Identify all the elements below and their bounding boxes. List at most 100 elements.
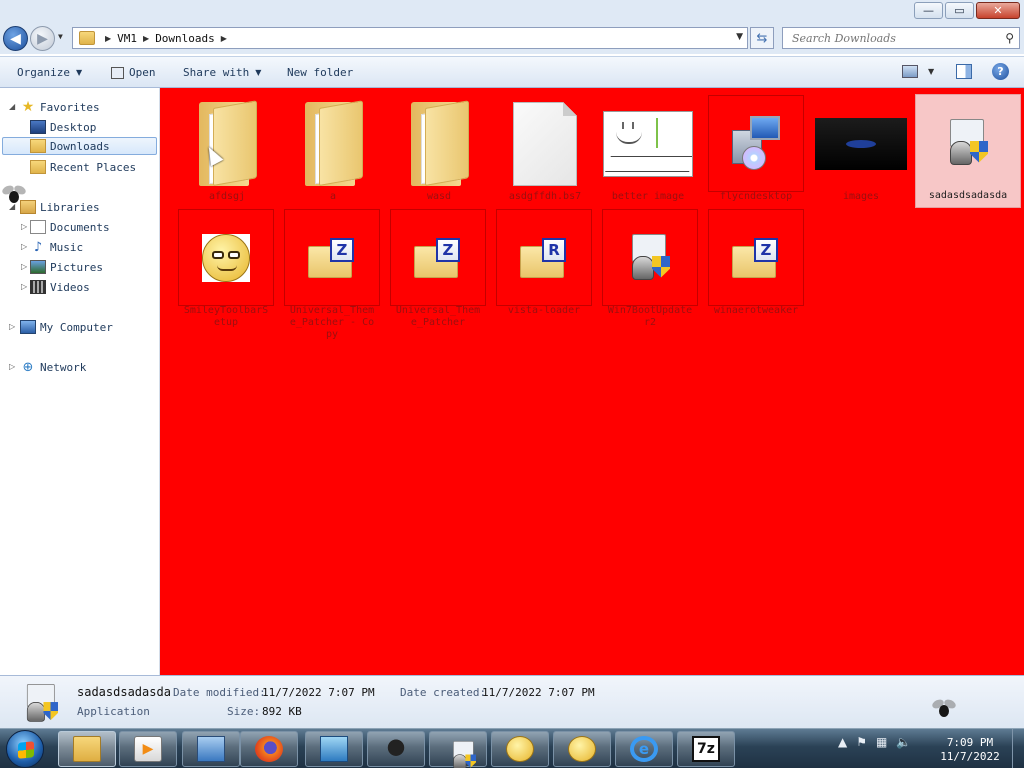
internet-explorer-icon: e xyxy=(630,736,658,762)
taskbar-updater[interactable] xyxy=(429,731,487,768)
taskbar-system-tool[interactable] xyxy=(305,731,363,767)
nav-network[interactable]: ⊕ Network xyxy=(20,358,87,376)
open-button[interactable]: Open xyxy=(111,66,156,79)
help-button[interactable]: ? xyxy=(992,63,1009,80)
expand-videos-icon[interactable]: ▷ xyxy=(21,282,27,291)
folder-icon xyxy=(407,99,471,186)
clock[interactable]: 7:09 PM 11/7/2022 xyxy=(930,736,1010,764)
clock-time: 7:09 PM xyxy=(946,736,994,749)
nav-downloads[interactable]: Downloads xyxy=(2,137,157,155)
recent-pages-dropdown[interactable]: ▼ xyxy=(58,32,63,41)
chevron-right-icon[interactable]: ▶ xyxy=(105,34,111,43)
address-history-dropdown[interactable]: ▼ xyxy=(736,32,743,42)
expand-documents-icon[interactable]: ▷ xyxy=(21,222,27,231)
file-name: wasd xyxy=(426,191,452,202)
nav-favorites[interactable]: ★ Favorites xyxy=(20,98,100,116)
taskbar-control-panel[interactable] xyxy=(182,731,240,767)
file-item[interactable]: afdsgj xyxy=(180,96,274,203)
nav-documents[interactable]: Documents xyxy=(30,218,110,236)
fly-icon xyxy=(0,183,28,206)
nav-videos[interactable]: Videos xyxy=(30,278,90,296)
arrow-left-icon: ◀ xyxy=(10,30,21,47)
taskbar-firefox[interactable] xyxy=(240,731,298,767)
taskbar-fly-app[interactable] xyxy=(367,731,425,767)
size-value: 892 KB xyxy=(262,705,302,718)
new-folder-button[interactable]: New folder xyxy=(287,66,353,79)
refresh-button[interactable]: ⇆ xyxy=(750,27,774,49)
media-player-icon: ▶ xyxy=(134,736,162,762)
search-icon[interactable]: ⚲ xyxy=(1005,31,1014,45)
document-icon xyxy=(513,101,577,186)
close-button[interactable]: ✕ xyxy=(976,2,1020,19)
nav-music[interactable]: ♪ Music xyxy=(30,238,83,256)
file-list[interactable]: afdsgj a wasd asdgffdh.bs7 better image … xyxy=(160,88,1024,675)
taskbar-internet-explorer[interactable]: e xyxy=(615,731,673,767)
file-name: vista-loader xyxy=(507,305,581,316)
image-thumbnail xyxy=(815,117,907,170)
breadcrumb-downloads[interactable]: Downloads xyxy=(155,32,215,45)
file-item[interactable]: flycndesktop xyxy=(708,95,804,203)
taskbar-7zip[interactable]: 7z xyxy=(677,731,735,767)
file-name: Win7BootUpdater2 xyxy=(607,305,693,328)
arrow-right-icon: ▶ xyxy=(37,30,48,47)
volume-icon[interactable]: 🔈 xyxy=(896,735,911,749)
preview-pane-icon[interactable] xyxy=(956,64,972,79)
open-icon xyxy=(111,66,124,79)
navigation-pane: ◢ ★ Favorites Desktop Downloads Recent Pl… xyxy=(0,88,160,675)
file-item[interactable]: SmileyToolbarSetup xyxy=(178,209,274,329)
file-item[interactable]: Z Universal_Theme_Patcher xyxy=(390,209,486,329)
organize-label: Organize xyxy=(17,66,70,79)
nav-my-computer[interactable]: My Computer xyxy=(20,318,113,336)
expand-music-icon[interactable]: ▷ xyxy=(21,242,27,251)
nav-my-computer-label: My Computer xyxy=(40,320,113,334)
maximize-button[interactable]: ▭ xyxy=(945,2,974,19)
action-center-icon[interactable]: ⚑ xyxy=(856,735,867,749)
change-view-icon[interactable] xyxy=(902,65,918,78)
share-with-button[interactable]: Share with ▼ xyxy=(183,66,261,79)
file-item[interactable]: Z winaerotweaker xyxy=(708,209,804,317)
expand-network-icon[interactable]: ▷ xyxy=(9,362,15,371)
address-bar[interactable]: ▶ VM1 ▶ Downloads ▶ ▼ xyxy=(72,27,748,49)
start-button[interactable] xyxy=(6,730,44,768)
nav-desktop[interactable]: Desktop xyxy=(30,118,96,136)
date-created-value: 11/7/2022 7:07 PM xyxy=(482,686,595,699)
taskbar-smiley-1[interactable] xyxy=(491,731,549,767)
file-item[interactable]: a xyxy=(286,96,380,203)
file-item[interactable]: images xyxy=(814,96,908,203)
nav-recent-places[interactable]: Recent Places xyxy=(30,158,136,176)
taskbar-smiley-2[interactable] xyxy=(553,731,611,767)
nav-videos-label: Videos xyxy=(50,280,90,294)
collapse-favorites-icon[interactable]: ◢ xyxy=(9,102,15,111)
search-input[interactable] xyxy=(783,28,983,48)
chevron-right-icon[interactable]: ▶ xyxy=(143,34,149,43)
date-modified-label: Date modified: xyxy=(173,686,266,699)
file-item[interactable]: asdgffdh.bs7 xyxy=(498,96,592,203)
file-item[interactable]: R vista-loader xyxy=(496,209,592,317)
nav-pictures[interactable]: Pictures xyxy=(30,258,103,276)
taskbar-media-player[interactable]: ▶ xyxy=(119,731,177,767)
expand-pictures-icon[interactable]: ▷ xyxy=(21,262,27,271)
show-hidden-icons-icon[interactable]: ▲ xyxy=(838,735,847,749)
organize-button[interactable]: Organize ▼ xyxy=(17,66,82,79)
chevron-right-icon[interactable]: ▶ xyxy=(221,34,227,43)
nav-recent-places-label: Recent Places xyxy=(50,160,137,174)
view-options-dropdown[interactable]: ▼ xyxy=(928,67,934,76)
file-item-selected[interactable]: sadasdsadasda xyxy=(915,94,1021,208)
expand-my-computer-icon[interactable]: ▷ xyxy=(9,322,15,331)
date-created-label: Date created: xyxy=(400,686,487,699)
search-box[interactable]: ⚲ xyxy=(782,27,1020,49)
back-button[interactable]: ◀ xyxy=(3,26,28,51)
show-desktop-button[interactable] xyxy=(1012,729,1024,768)
file-item[interactable]: wasd xyxy=(392,96,486,203)
file-name: afdsgj xyxy=(208,191,246,202)
system-tool-icon xyxy=(320,736,348,762)
file-item[interactable]: Z Universal_Theme_Patcher - Copy xyxy=(284,209,380,341)
taskbar-explorer[interactable] xyxy=(58,731,116,767)
file-item[interactable]: better image xyxy=(601,96,695,203)
nav-libraries[interactable]: Libraries xyxy=(20,198,100,216)
breadcrumb-vm1[interactable]: VM1 xyxy=(117,32,137,45)
forward-button[interactable]: ▶ xyxy=(30,26,55,51)
minimize-button[interactable]: — xyxy=(914,2,943,19)
network-status-icon[interactable]: ▦ xyxy=(876,735,887,749)
file-item[interactable]: Win7BootUpdater2 xyxy=(602,209,698,329)
